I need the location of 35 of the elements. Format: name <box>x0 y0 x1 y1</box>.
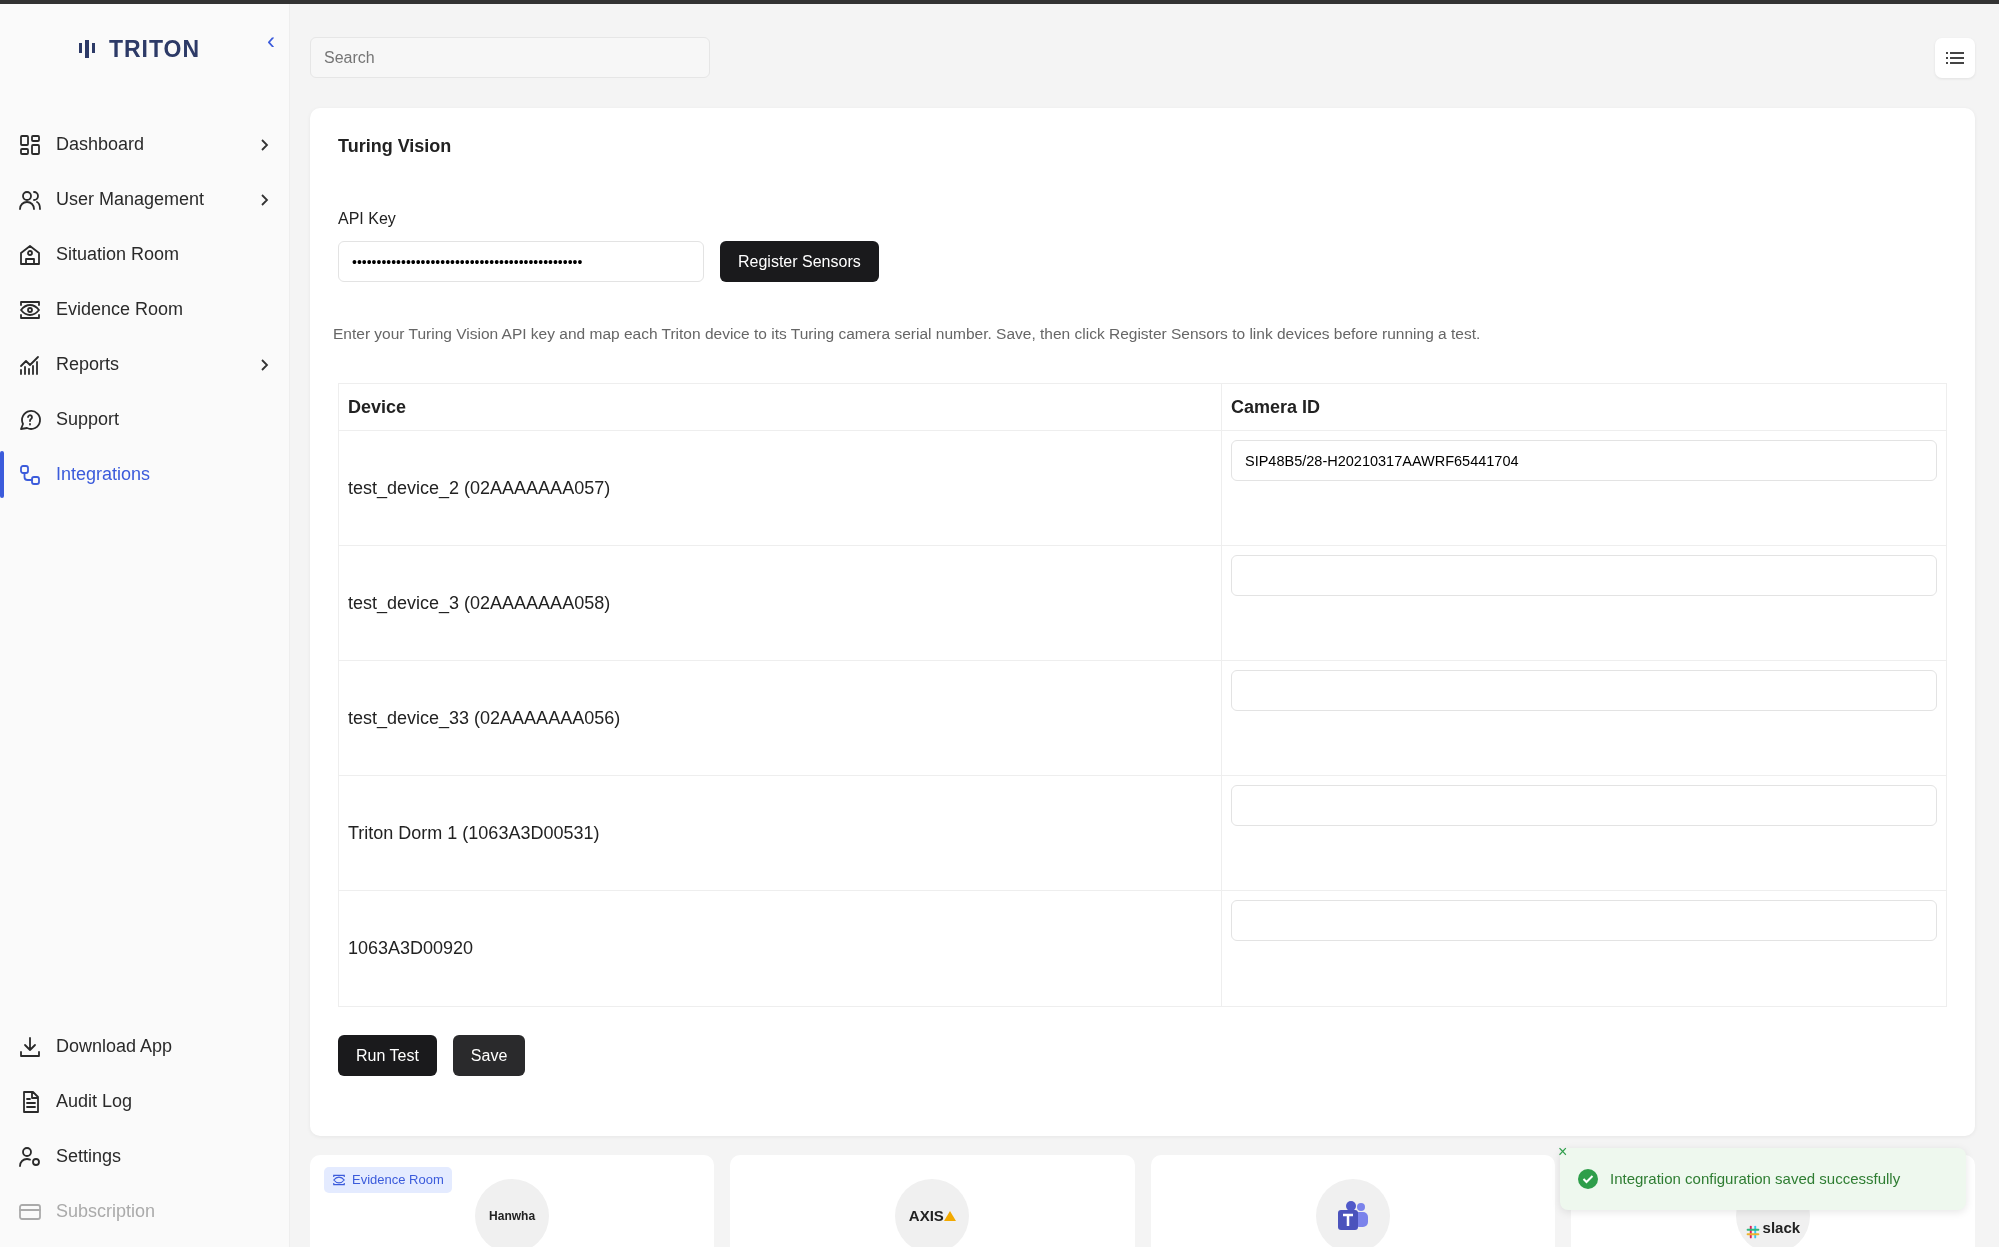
table-cell-text: Triton Dorm 1 (1063A3D00531) <box>348 821 600 845</box>
brand-logo: AXIS <box>908 1205 944 1226</box>
evidence-room-badge: Evidence Room <box>324 1167 452 1193</box>
brand-logo: slack <box>1762 1217 1801 1238</box>
search-field[interactable]: Search <box>310 37 710 78</box>
camera-id-field[interactable]: SIP48B5/28-H20210317AAWRF65441704 <box>1231 440 1937 482</box>
sidebar-item[interactable]: Settings <box>0 1129 289 1184</box>
run-test-button[interactable]: Run Test <box>338 1035 437 1077</box>
sidebar-item[interactable]: Dashboard <box>0 117 289 172</box>
help-text: Enter your Turing Vision API key and map each Triton device to its Turing camera serial number. Save, then click Register Sensors to link devices before running a test. <box>333 324 1482 344</box>
sidebar-item[interactable]: Download App <box>0 1019 289 1074</box>
table-cell-text: test_device_3 (02AAAAAAA058) <box>348 591 611 616</box>
column-header: Camera ID <box>1230 395 1322 419</box>
sidebar-item[interactable]: User Management <box>0 172 289 227</box>
integration-card[interactable]: Evidence Room Hanwha <box>310 1155 715 1247</box>
toast-message: Integration configuration saved successfully <box>1610 1168 1901 1189</box>
logo-text: TRITON <box>108 34 201 64</box>
table-cell-text: 1063A3D00920 <box>348 937 474 961</box>
table-cell-text: test_device_2 (02AAAAAAA057) <box>348 476 611 501</box>
sidebar-item[interactable]: Support <box>0 392 289 447</box>
sidebar-item[interactable]: Situation Room <box>0 227 289 282</box>
save-button[interactable]: Save <box>452 1035 526 1077</box>
sidebar-item[interactable]: Reports <box>0 337 289 392</box>
panel-title: Turing Vision <box>338 135 453 158</box>
collapse-button[interactable]: ‹ <box>261 28 281 54</box>
column-header: Device <box>339 384 1222 431</box>
table-cell-text: test_device_33 (02AAAAAAA056) <box>348 706 621 731</box>
integration-card[interactable]: AXIS <box>730 1155 1135 1247</box>
register-sensors-button[interactable]: Register Sensors <box>720 241 879 282</box>
sidebar-item[interactable]: Integrations <box>0 447 289 502</box>
api-key-field[interactable]: ••••••••••••••••••••••••••••••••••••••••••••••• <box>338 241 704 282</box>
field-label: API Key <box>338 209 397 229</box>
sidebar-item[interactable]: Audit Log <box>0 1074 289 1129</box>
sidebar-item[interactable]: Evidence Room <box>0 282 289 337</box>
brand-logo: Hanwha <box>489 1208 536 1225</box>
